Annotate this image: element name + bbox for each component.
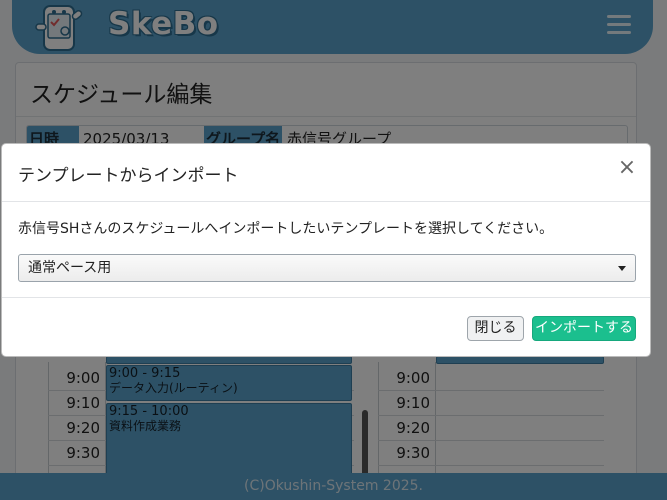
template-select-value: 通常ペース用 xyxy=(28,260,112,276)
modal-divider xyxy=(2,297,650,298)
close-button[interactable]: 閉じる xyxy=(467,316,524,341)
modal-title: テンプレートからインポート xyxy=(18,166,239,186)
import-button[interactable]: インポートする xyxy=(532,316,636,341)
modal-message: 赤信号SHさんのスケジュールへインポートしたいテンプレートを選択してください。 xyxy=(18,221,554,237)
close-icon[interactable]: × xyxy=(616,157,638,180)
template-select[interactable]: 通常ペース用 xyxy=(18,254,636,282)
modal-divider xyxy=(2,201,650,202)
chevron-down-icon xyxy=(618,266,626,271)
import-template-modal: テンプレートからインポート × 赤信号SHさんのスケジュールへインポートしたいテ… xyxy=(1,143,651,357)
